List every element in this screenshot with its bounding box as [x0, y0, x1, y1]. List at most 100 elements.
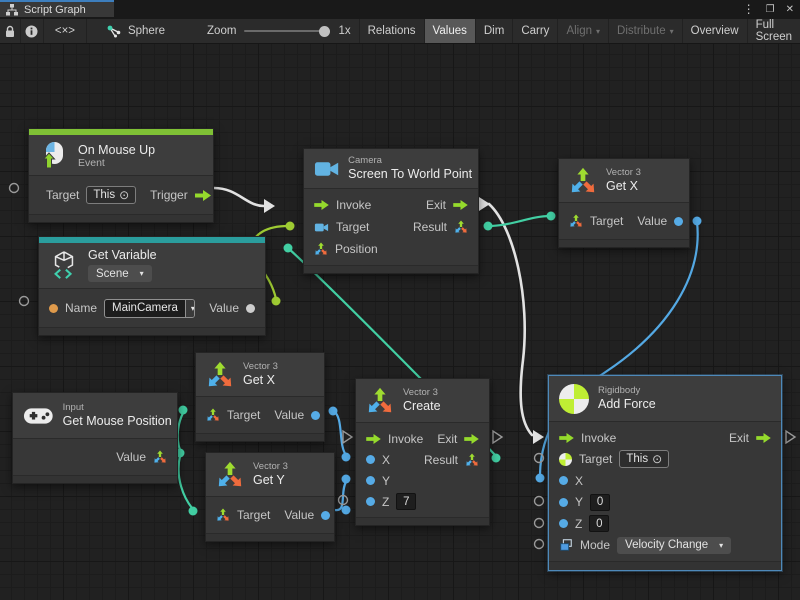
chevron-down-icon: ▾	[719, 541, 723, 550]
node-category: Vector 3	[253, 462, 288, 472]
x-port[interactable]	[366, 455, 375, 464]
y-port-label: Y	[382, 474, 390, 488]
z-port[interactable]	[366, 497, 375, 506]
x-port[interactable]	[559, 476, 568, 485]
gamepad-icon	[23, 405, 54, 427]
object-picker-icon[interactable]: ⊙	[652, 452, 662, 466]
toolbar-button-distribute[interactable]: Distribute▾	[609, 19, 683, 43]
code-view-button[interactable]: <×>	[44, 19, 87, 43]
zoom-value: 1x	[338, 25, 350, 37]
vector3-icon	[206, 361, 234, 389]
graph-node-icon	[107, 25, 121, 38]
vector3-icon[interactable]	[314, 242, 328, 256]
toolbar-button-fullscreen[interactable]: Full Screen	[748, 19, 800, 43]
toolbar-button-dim[interactable]: Dim	[476, 19, 513, 43]
info-button[interactable]	[21, 19, 44, 43]
vector3-icon[interactable]	[153, 450, 167, 464]
control-arrow-icon[interactable]	[559, 433, 574, 443]
target-port-label: Target	[579, 452, 612, 466]
camera-icon	[314, 222, 329, 233]
node-screen-to-world-point[interactable]: Camera Screen To World Point Invoke Exit…	[303, 148, 479, 274]
target-port-label: Target	[227, 408, 260, 422]
zoom-slider-handle[interactable]	[319, 26, 330, 37]
vector3-icon	[366, 387, 394, 415]
vector3-icon[interactable]	[465, 453, 479, 467]
vector3-icon[interactable]	[569, 214, 583, 228]
target-this-selector[interactable]: This⊙	[619, 450, 669, 468]
graph-name: Sphere	[97, 19, 175, 43]
node-on-mouse-up[interactable]: On Mouse Up Event Target This⊙ Trigger	[28, 128, 214, 223]
rigidbody-icon[interactable]	[559, 453, 572, 466]
y-value-field[interactable]: 0	[590, 494, 610, 511]
variable-scope-dropdown[interactable]: Scene▾	[88, 265, 152, 282]
target-port-label: Target	[237, 508, 270, 522]
maximize-icon[interactable]: ❐	[766, 0, 775, 19]
node-vector3-create[interactable]: Vector 3 Create Invoke Exit X Result Y	[355, 378, 490, 526]
variable-icon	[49, 250, 79, 280]
toolbar-button-relations[interactable]: Relations	[360, 19, 425, 43]
x-port-label: X	[575, 474, 583, 488]
control-arrow-icon[interactable]	[366, 434, 381, 444]
node-add-force[interactable]: Rigidbody Add Force Invoke Exit Target T…	[548, 375, 782, 571]
node-get-x-mid[interactable]: Vector 3 Get X Target Value	[195, 352, 325, 442]
result-port-label: Result	[424, 453, 458, 467]
value-port[interactable]	[246, 304, 255, 313]
tab-script-graph[interactable]: Script Graph	[0, 0, 114, 17]
control-arrow-icon[interactable]	[453, 200, 468, 210]
mode-dropdown[interactable]: Velocity Change▾	[617, 537, 731, 554]
enum-icon	[559, 538, 573, 552]
value-port-label: Value	[274, 408, 304, 422]
variable-name-dropdown[interactable]: MainCamera ▾	[104, 299, 195, 318]
invoke-port-label: Invoke	[388, 432, 423, 446]
z-port-label: Z	[575, 517, 582, 531]
node-get-mouse-position[interactable]: Input Get Mouse Position Value	[12, 392, 178, 484]
vector3-icon[interactable]	[216, 508, 230, 522]
control-arrow-icon[interactable]	[464, 434, 479, 444]
graph-name-label: Sphere	[128, 25, 165, 37]
toolbar-button-align[interactable]: Align▾	[558, 19, 609, 43]
rigidbody-icon	[559, 384, 589, 414]
lock-icon	[4, 25, 16, 38]
toolbar-button-overview[interactable]: Overview	[683, 19, 748, 43]
value-port[interactable]	[311, 411, 320, 420]
value-port[interactable]	[674, 217, 683, 226]
vector3-icon	[216, 461, 244, 489]
name-port[interactable]	[49, 304, 58, 313]
control-arrow-icon[interactable]	[314, 200, 329, 210]
vector3-icon[interactable]	[206, 408, 220, 422]
node-title: Screen To World Point	[348, 167, 468, 181]
tab-title: Script Graph	[24, 4, 86, 16]
object-picker-icon[interactable]: ⊙	[119, 188, 129, 202]
target-port-label: Target	[590, 214, 623, 228]
node-get-x-top[interactable]: Vector 3 Get X Target Value	[558, 158, 690, 248]
close-icon[interactable]: ✕	[786, 0, 794, 19]
y-port[interactable]	[559, 498, 568, 507]
node-title: On Mouse Up	[78, 143, 155, 157]
invoke-port-label: Invoke	[581, 431, 616, 445]
zoom-slider[interactable]	[244, 30, 330, 32]
z-value-field[interactable]: 0	[589, 515, 609, 532]
value-port-label: Value	[116, 450, 146, 464]
invoke-port-label: Invoke	[336, 198, 371, 212]
position-port-label: Position	[335, 242, 378, 256]
target-this-selector[interactable]: This⊙	[86, 186, 136, 204]
overflow-menu-icon[interactable]: ⋮	[743, 0, 755, 19]
control-arrow-icon[interactable]	[195, 190, 211, 201]
node-title: Add Force	[598, 397, 656, 411]
chevron-down-icon: ▾	[185, 300, 195, 317]
vector3-icon[interactable]	[454, 220, 468, 234]
z-port-label: Z	[382, 495, 389, 509]
control-arrow-icon[interactable]	[756, 433, 771, 443]
lock-button[interactable]	[0, 19, 21, 43]
y-port[interactable]	[366, 476, 375, 485]
value-port[interactable]	[321, 511, 330, 520]
z-port[interactable]	[559, 519, 568, 528]
code-view-label: <×>	[55, 25, 75, 37]
vector3-icon	[569, 167, 597, 195]
toolbar-button-values[interactable]: Values	[425, 19, 476, 43]
node-get-y[interactable]: Vector 3 Get Y Target Value	[205, 452, 335, 542]
node-get-variable[interactable]: Get Variable Scene▾ Name MainCamera ▾ Va…	[38, 236, 266, 336]
z-value-field[interactable]: 7	[396, 493, 416, 510]
toolbar-button-carry[interactable]: Carry	[513, 19, 558, 43]
node-category: Vector 3	[403, 388, 441, 398]
